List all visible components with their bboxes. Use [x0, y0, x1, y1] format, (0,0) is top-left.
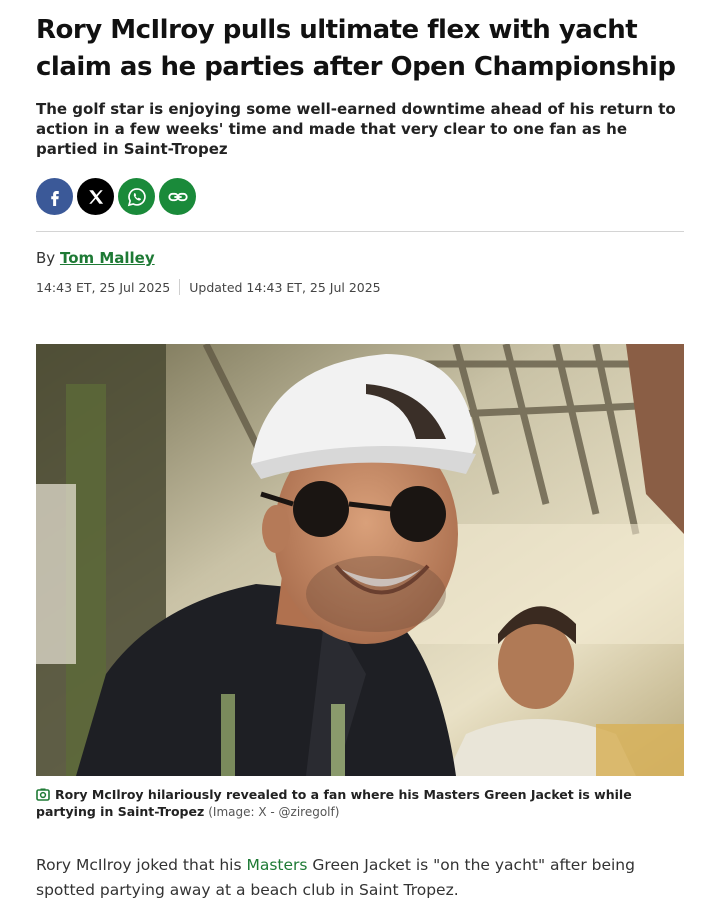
published-time: 14:43 ET, 25 Jul 2025	[36, 279, 171, 295]
share-whatsapp-button[interactable]	[118, 178, 155, 215]
headline: Rory McIlroy pulls ultimate flex with ya…	[36, 15, 676, 82]
x-icon	[88, 189, 103, 204]
share-link-button[interactable]	[159, 178, 196, 215]
byline-prefix: By	[36, 249, 56, 267]
divider	[36, 231, 684, 232]
camera-icon	[36, 788, 50, 801]
party-photo	[36, 344, 684, 776]
body-text-start: Rory McIlroy joked that his	[36, 856, 247, 874]
masters-link[interactable]: Masters	[246, 856, 307, 874]
updated-time: Updated 14:43 ET, 25 Jul 2025	[189, 279, 381, 295]
facebook-icon	[50, 190, 59, 206]
image-caption: Rory McIlroy hilariously revealed to a f…	[36, 786, 684, 821]
link-icon	[167, 192, 188, 201]
image-credit: (Image: X - @ziregolf)	[208, 805, 340, 819]
article-body-paragraph: Rory McIlroy joked that his Masters Gree…	[36, 853, 684, 903]
article-image[interactable]	[36, 344, 684, 776]
share-x-button[interactable]	[77, 178, 114, 215]
byline: By Tom Malley	[36, 249, 155, 267]
whatsapp-icon	[127, 187, 146, 206]
standfirst: The golf star is enjoying some well-earn…	[36, 100, 676, 158]
share-bar	[36, 178, 196, 215]
author-link[interactable]: Tom Malley	[60, 249, 155, 267]
timestamp-separator	[179, 279, 181, 295]
share-facebook-button[interactable]	[36, 178, 73, 215]
timestamps: 14:43 ET, 25 Jul 2025 Updated 14:43 ET, …	[36, 279, 381, 295]
